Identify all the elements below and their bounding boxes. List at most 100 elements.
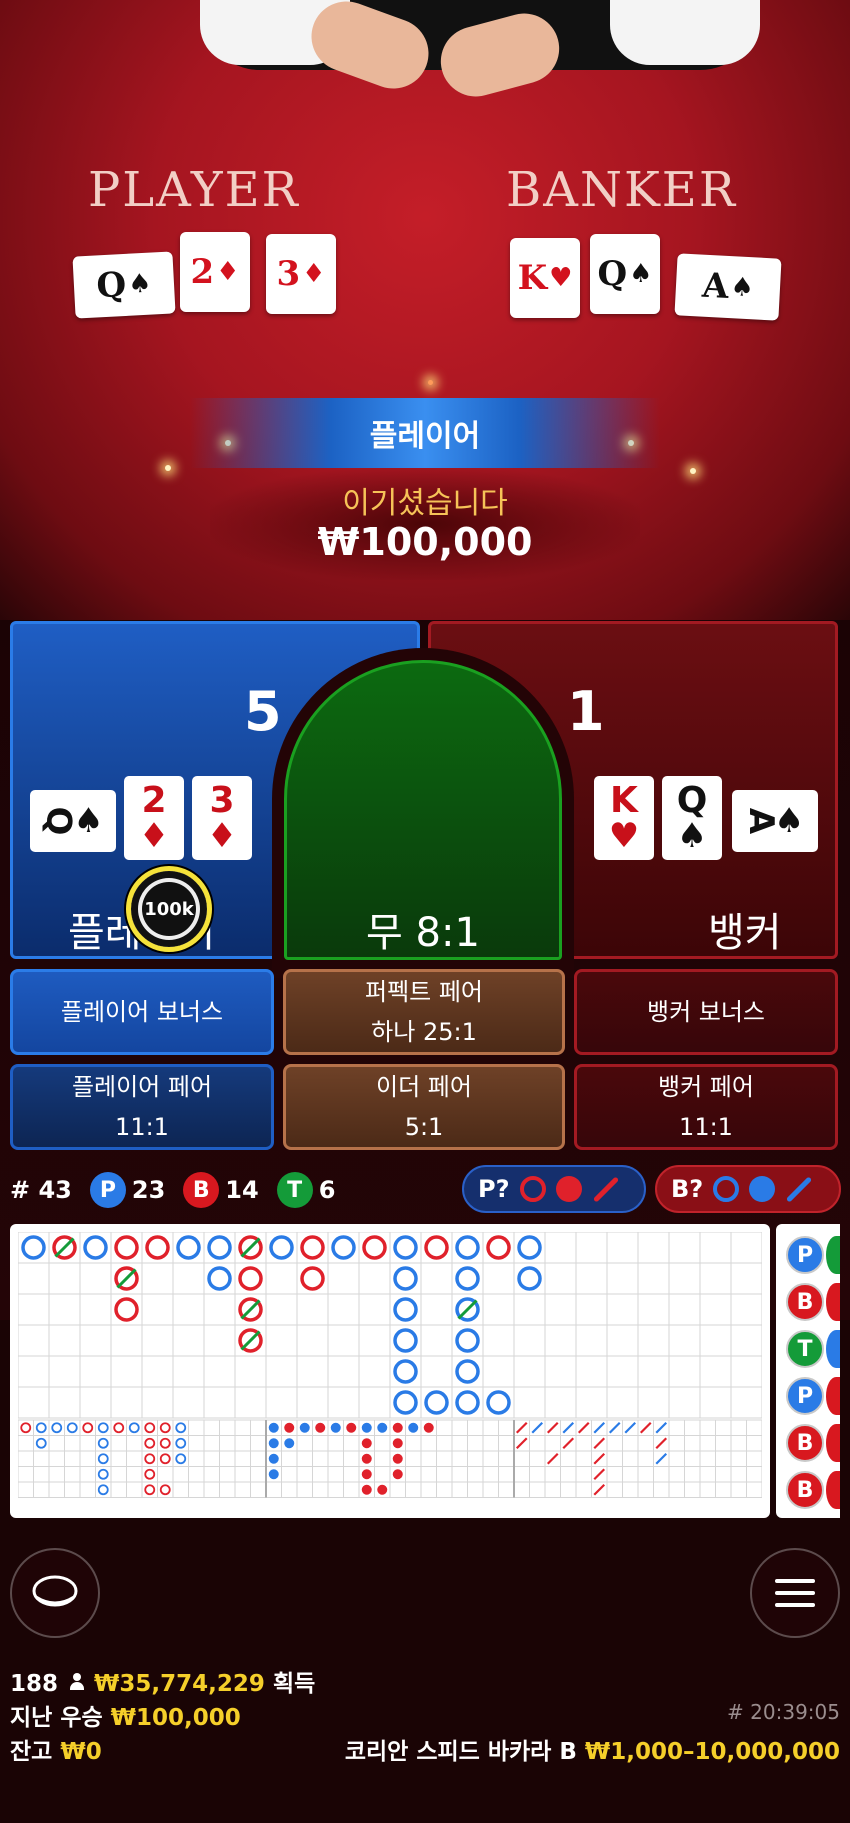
player-card-3: 3 ♦ [192, 776, 252, 860]
banker-bonus-label: 뱅커 보너스 [646, 998, 766, 1026]
player-pair-odds: 11:1 [115, 1113, 169, 1141]
player-bonus-bet[interactable]: 플레이어 보너스 [10, 969, 274, 1055]
big-eye-mark [66, 1422, 78, 1434]
big-eye-mark [144, 1437, 156, 1449]
bead-road-item: P [786, 1377, 824, 1415]
player-bonus-label: 플레이어 보너스 [60, 998, 224, 1026]
felt-player-label: PLAYER [88, 162, 300, 218]
big-road-mark [486, 1390, 511, 1415]
big-eye-mark [159, 1422, 171, 1434]
small-road-mark [377, 1484, 388, 1495]
big-road-mark [393, 1235, 418, 1260]
cockroach-mark [593, 1437, 606, 1450]
big-road-mark [393, 1390, 418, 1415]
menu-button[interactable] [750, 1548, 840, 1638]
perfect-pair-label: 퍼펙트 페어 [364, 978, 484, 1006]
big-eye-mark [97, 1453, 109, 1465]
big-road-mark [269, 1235, 294, 1260]
big-eye-mark [97, 1484, 109, 1496]
banker-pair-odds: 11:1 [679, 1113, 733, 1141]
big-eye-mark [144, 1484, 156, 1496]
game-id: # 20:39:05 [727, 1700, 840, 1724]
bead-road-item: B [786, 1471, 824, 1509]
filled-circle-icon [749, 1176, 776, 1202]
big-eye-mark [144, 1468, 156, 1480]
player-prediction-button[interactable]: P? [462, 1165, 646, 1213]
small-road-mark [346, 1422, 357, 1433]
cockroach-mark [593, 1452, 606, 1465]
cockroach-mark [608, 1421, 621, 1434]
big-road-mark [393, 1266, 418, 1291]
video-player-card-3: 3 ♦ [266, 234, 336, 314]
player-win-badge: P [89, 1172, 126, 1208]
sparkle [428, 380, 433, 385]
cockroach-mark [593, 1468, 606, 1481]
big-road-mark [393, 1359, 418, 1384]
small-road-mark [361, 1422, 372, 1433]
video-banker-card-1: K ♥ [510, 238, 580, 318]
big-road-mark [424, 1235, 449, 1260]
slash-icon [785, 1176, 813, 1203]
bead-road-item-next [826, 1471, 840, 1509]
big-eye-mark [35, 1437, 47, 1449]
cockroach-mark [515, 1437, 528, 1450]
last-win-label: 지난 우승 [10, 1705, 103, 1731]
cockroach-mark [562, 1437, 575, 1450]
big-eye-mark [144, 1422, 156, 1434]
video-banker-card-3: A ♠ [674, 253, 782, 321]
tie-count: 6 [318, 1176, 336, 1204]
balance-line: 잔고 ₩0 [10, 1732, 102, 1766]
player-win-count: 23 [131, 1176, 166, 1204]
banker-bonus-bet[interactable]: 뱅커 보너스 [574, 969, 838, 1055]
big-eye-mark [159, 1453, 171, 1465]
slash-icon [592, 1176, 619, 1203]
winnings-suffix: 획득 [272, 1671, 316, 1697]
big-road-mark [176, 1235, 201, 1260]
cockroach-mark [639, 1421, 652, 1434]
big-road-mark [300, 1235, 325, 1260]
big-road-mark [238, 1266, 263, 1291]
banker-pair-bet[interactable]: 뱅커 페어 11:1 [574, 1064, 838, 1150]
big-road-mark [114, 1297, 139, 1322]
bead-road-item-next [826, 1330, 840, 1368]
small-road-mark [392, 1422, 403, 1433]
table-info: 코리안 스피드 바카라 B ₩1,000–10,000,000 [345, 1732, 840, 1766]
small-road-mark [361, 1484, 372, 1495]
chat-icon [32, 1575, 78, 1607]
cockroach-mark [577, 1421, 590, 1434]
round-count: # 43 [10, 1176, 72, 1204]
big-eye-mark [159, 1437, 171, 1449]
bead-road-panel[interactable]: PBTPBB [776, 1224, 840, 1518]
small-road-mark [268, 1453, 279, 1464]
players-count: 188 [10, 1671, 59, 1697]
either-pair-bet[interactable]: 이더 페어 5:1 [283, 1064, 565, 1150]
perfect-pair-bet[interactable]: 퍼펙트 페어 하나 25:1 [283, 969, 565, 1055]
small-road-mark [268, 1422, 279, 1433]
small-road-mark [392, 1438, 403, 1449]
person-icon [70, 1673, 85, 1691]
big-eye-mark [51, 1422, 63, 1434]
big-eye-mark [144, 1453, 156, 1465]
banker-prediction-button[interactable]: B? [655, 1165, 841, 1213]
player-card-1: Q ♠ [30, 790, 116, 852]
big-road-mark [83, 1235, 108, 1260]
small-road-mark [284, 1438, 295, 1449]
chat-button[interactable] [10, 1548, 100, 1638]
last-win-line: 지난 우승 ₩100,000 [10, 1698, 241, 1732]
player-pair-bet[interactable]: 플레이어 페어 11:1 [10, 1064, 274, 1150]
scoreboard-roadmap[interactable] [10, 1224, 770, 1518]
banker-card-1: K ♥ [594, 776, 654, 860]
big-eye-mark [128, 1422, 140, 1434]
cockroach-mark [624, 1421, 637, 1434]
bead-road-item: T [786, 1330, 824, 1368]
bet-chip[interactable]: 100k [126, 866, 212, 952]
table-name: 코리안 스피드 바카라 B [344, 1739, 577, 1765]
win-amount: ₩100,000 [317, 520, 533, 564]
either-pair-odds: 5:1 [404, 1113, 444, 1141]
bead-road-item: B [786, 1424, 824, 1462]
small-road-mark [299, 1422, 310, 1433]
big-road-mark [517, 1266, 542, 1291]
player-card-2: 2 ♦ [124, 776, 184, 860]
video-player-card-1: Q ♠ [72, 251, 176, 319]
cockroach-mark [655, 1452, 668, 1465]
